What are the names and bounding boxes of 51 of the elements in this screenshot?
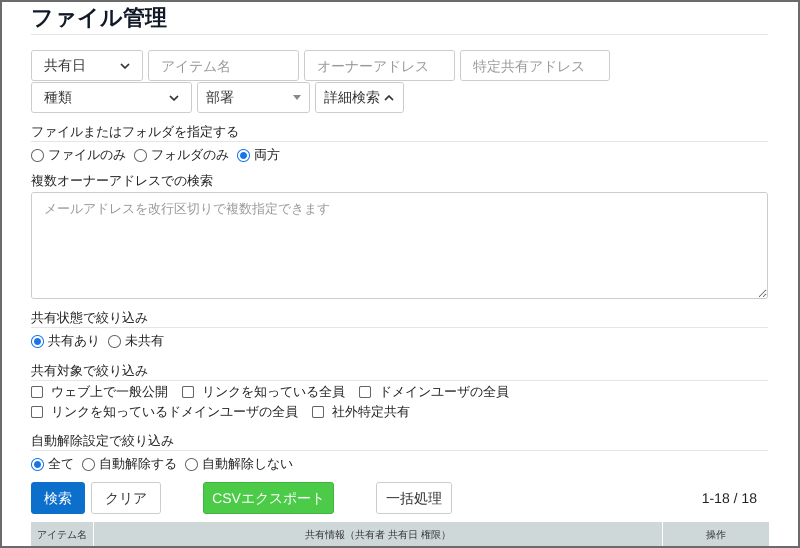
advanced-search-button[interactable]: 詳細検索 bbox=[315, 82, 404, 113]
radio-button[interactable] bbox=[185, 458, 198, 470]
checkbox-label: ドメインユーザの全員 bbox=[379, 384, 509, 400]
chevron-down-icon bbox=[120, 62, 130, 68]
dropdown-field[interactable]: 部署 bbox=[197, 82, 310, 113]
column-header: アイテム名 bbox=[37, 530, 87, 542]
radio-button[interactable] bbox=[31, 148, 44, 162]
bulk-action-button[interactable]: 一括処理 bbox=[376, 482, 452, 514]
chevron-up-icon bbox=[384, 94, 394, 100]
section-label: 自動解除設定で絞り込み bbox=[31, 432, 174, 448]
section-label: 共有状態で絞り込み bbox=[31, 310, 148, 326]
select-field[interactable]: 共有日 bbox=[31, 50, 143, 81]
checkbox[interactable] bbox=[182, 386, 194, 398]
radio-label: 全て bbox=[48, 456, 74, 472]
section-label: 共有対象で絞り込み bbox=[31, 362, 148, 378]
checkbox[interactable] bbox=[31, 406, 43, 418]
radio-button[interactable] bbox=[31, 334, 44, 348]
checkbox-label: リンクを知っているドメインユーザの全員 bbox=[51, 404, 298, 420]
radio-button[interactable] bbox=[237, 148, 250, 162]
radio-button[interactable] bbox=[108, 334, 121, 348]
checkbox-label: 社外特定共有 bbox=[332, 404, 410, 420]
column-header: 操作 bbox=[706, 530, 726, 542]
checkbox-label: ウェブ上で一般公開 bbox=[51, 384, 168, 400]
search-button[interactable]: 検索 bbox=[31, 482, 85, 514]
checkbox[interactable] bbox=[31, 386, 43, 398]
radio-button[interactable] bbox=[134, 148, 147, 162]
result-count: 1-18 / 18 bbox=[702, 488, 757, 508]
text-field[interactable]: アイテム名 bbox=[148, 50, 299, 81]
page-title: ファイル管理 bbox=[31, 5, 167, 31]
column-header: 共有情報（共有者 共有日 権限） bbox=[305, 530, 451, 542]
radio-label: 自動解除しない bbox=[202, 456, 293, 472]
owner-address-field[interactable]: メールアドレスを改行区切りで複数指定できます bbox=[31, 192, 768, 299]
checkbox-label: リンクを知っている全員 bbox=[202, 384, 345, 400]
checkbox[interactable] bbox=[312, 406, 324, 418]
radio-label: フォルダのみ bbox=[151, 147, 229, 163]
section-label: ファイルまたはフォルダを指定する bbox=[31, 124, 239, 140]
radio-label: 両方 bbox=[254, 147, 280, 163]
radio-label: 共有あり bbox=[48, 333, 100, 349]
radio-label: ファイルのみ bbox=[48, 147, 126, 163]
radio-label: 未共有 bbox=[125, 333, 164, 349]
caret-icon bbox=[293, 95, 301, 100]
radio-label: 自動解除する bbox=[99, 456, 177, 472]
text-field[interactable]: オーナーアドレス bbox=[304, 50, 455, 81]
section-label: 複数オーナーアドレスでの検索 bbox=[31, 173, 213, 189]
clear-button[interactable]: クリア bbox=[91, 482, 161, 514]
radio-button[interactable] bbox=[82, 458, 95, 470]
select-field[interactable]: 種類 bbox=[31, 82, 192, 113]
chevron-down-icon bbox=[169, 94, 179, 100]
checkbox[interactable] bbox=[359, 386, 371, 398]
text-field[interactable]: 特定共有アドレス bbox=[460, 50, 610, 81]
radio-button[interactable] bbox=[31, 458, 44, 470]
